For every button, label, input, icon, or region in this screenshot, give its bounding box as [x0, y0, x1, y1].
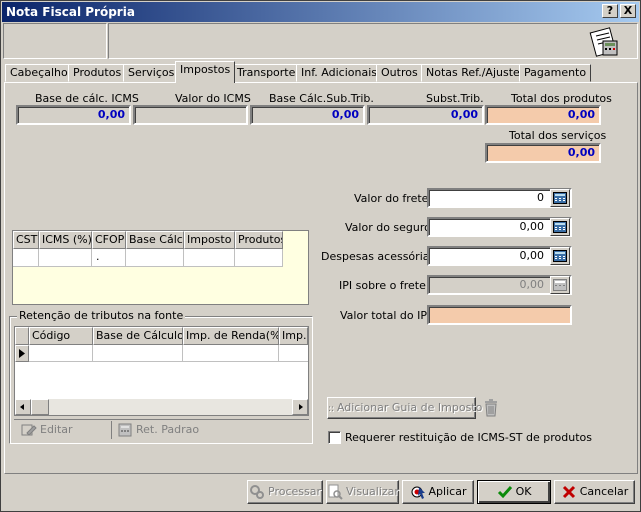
- apply-icon: [411, 486, 425, 499]
- icms-col-base[interactable]: Base Cálc.: [126, 231, 184, 249]
- icms-col-imposto[interactable]: Imposto: [184, 231, 235, 249]
- aplicar-button[interactable]: Aplicar: [402, 480, 474, 504]
- icms-grid[interactable]: CST ICMS (%) CFOP Base Cálc. Imposto Pro…: [12, 230, 309, 305]
- scroll-right-icon[interactable]: [292, 399, 308, 415]
- label-valor-icms: Valor do ICMS: [175, 92, 251, 105]
- total-servicos-field[interactable]: 0,00: [485, 143, 601, 163]
- row-indicator-icon[interactable]: [15, 345, 29, 362]
- label-frete: Valor do frete: [354, 192, 429, 205]
- ipi-frete-calculator-icon[interactable]: [550, 276, 570, 294]
- check-icon: [497, 486, 512, 499]
- valor-icms-field[interactable]: [133, 105, 248, 125]
- ret-col-codigo[interactable]: Código: [29, 327, 93, 345]
- ret-col-imp-renda[interactable]: Imp. de Renda(%): [183, 327, 279, 345]
- icms-col-cfop[interactable]: CFOP: [92, 231, 126, 249]
- table-row[interactable]: [29, 345, 308, 362]
- process-icon: [250, 485, 264, 499]
- subst-trib-field[interactable]: 0,00: [367, 105, 484, 125]
- label-subst-trib: Subst.Trib.: [426, 92, 484, 105]
- scroll-left-icon[interactable]: [15, 399, 31, 415]
- ret-col-imp-d[interactable]: Imp. d: [279, 327, 308, 345]
- dialog-window: Nota Fiscal Própria ? X Cabeçalho Produt…: [0, 0, 641, 512]
- retencao-grid[interactable]: Código Base de Cálculo Imp. de Renda(%) …: [14, 326, 309, 416]
- adicionar-guia-button[interactable]: :: Adicionar Guia de Imposto: [327, 397, 482, 419]
- cancel-x-icon: [562, 485, 575, 499]
- total-produtos-field[interactable]: 0,00: [485, 105, 601, 125]
- despesas-calculator-icon[interactable]: [550, 247, 570, 265]
- requerer-label: Requerer restituição de ICMS-ST de produ…: [345, 431, 592, 444]
- icms-col-cst[interactable]: CST: [13, 231, 39, 249]
- label-base-calc-sub: Base Cálc.Sub.Trib.: [269, 92, 374, 105]
- ok-button[interactable]: OK: [477, 480, 551, 504]
- processar-button[interactable]: Processar: [247, 480, 323, 504]
- label-total-produtos: Total dos produtos: [511, 92, 612, 105]
- label-despesas: Despesas acessórias: [321, 250, 436, 263]
- table-row[interactable]: .: [13, 249, 283, 267]
- base-calc-icms-field[interactable]: 0,00: [16, 105, 131, 125]
- ret-padrao-button[interactable]: Ret. Padrao: [117, 421, 199, 439]
- ret-col-base[interactable]: Base de Cálculo: [93, 327, 183, 345]
- icms-col-icms[interactable]: ICMS (%): [39, 231, 92, 249]
- seguro-calculator-icon[interactable]: [550, 218, 570, 236]
- scroll-thumb[interactable]: [31, 399, 49, 415]
- editar-button[interactable]: Editar: [21, 421, 73, 439]
- frete-calculator-icon[interactable]: [550, 189, 570, 207]
- base-calc-sub-field[interactable]: 0,00: [250, 105, 365, 125]
- magnifier-icon: [328, 484, 343, 500]
- edit-icon: [21, 424, 37, 436]
- label-total-servicos: Total dos serviços: [509, 129, 607, 142]
- tab-content: Base de cálc. ICMS 0,00 Valor do ICMS Ba…: [1, 1, 641, 512]
- label-ipi-frete: IPI sobre o frete: [339, 279, 426, 292]
- trash-icon[interactable]: [484, 399, 498, 420]
- icms-col-produtos[interactable]: Produtos: [235, 231, 283, 249]
- visualizar-button[interactable]: Visualizar: [326, 480, 399, 504]
- total-ipi-field[interactable]: [427, 305, 572, 325]
- retencao-hscrollbar[interactable]: [15, 399, 308, 415]
- label-seguro: Valor do seguro: [345, 221, 431, 234]
- calculator-icon: [118, 423, 132, 437]
- requerer-checkbox[interactable]: [328, 431, 341, 444]
- label-total-ipi: Valor total do IPI: [340, 309, 431, 322]
- label-base-calc-icms: Base de cálc. ICMS: [35, 92, 139, 105]
- retencao-title: Retenção de tributos na fonte: [17, 309, 186, 322]
- icms-cell-cfop[interactable]: .: [92, 249, 126, 267]
- cancelar-button[interactable]: Cancelar: [554, 480, 635, 504]
